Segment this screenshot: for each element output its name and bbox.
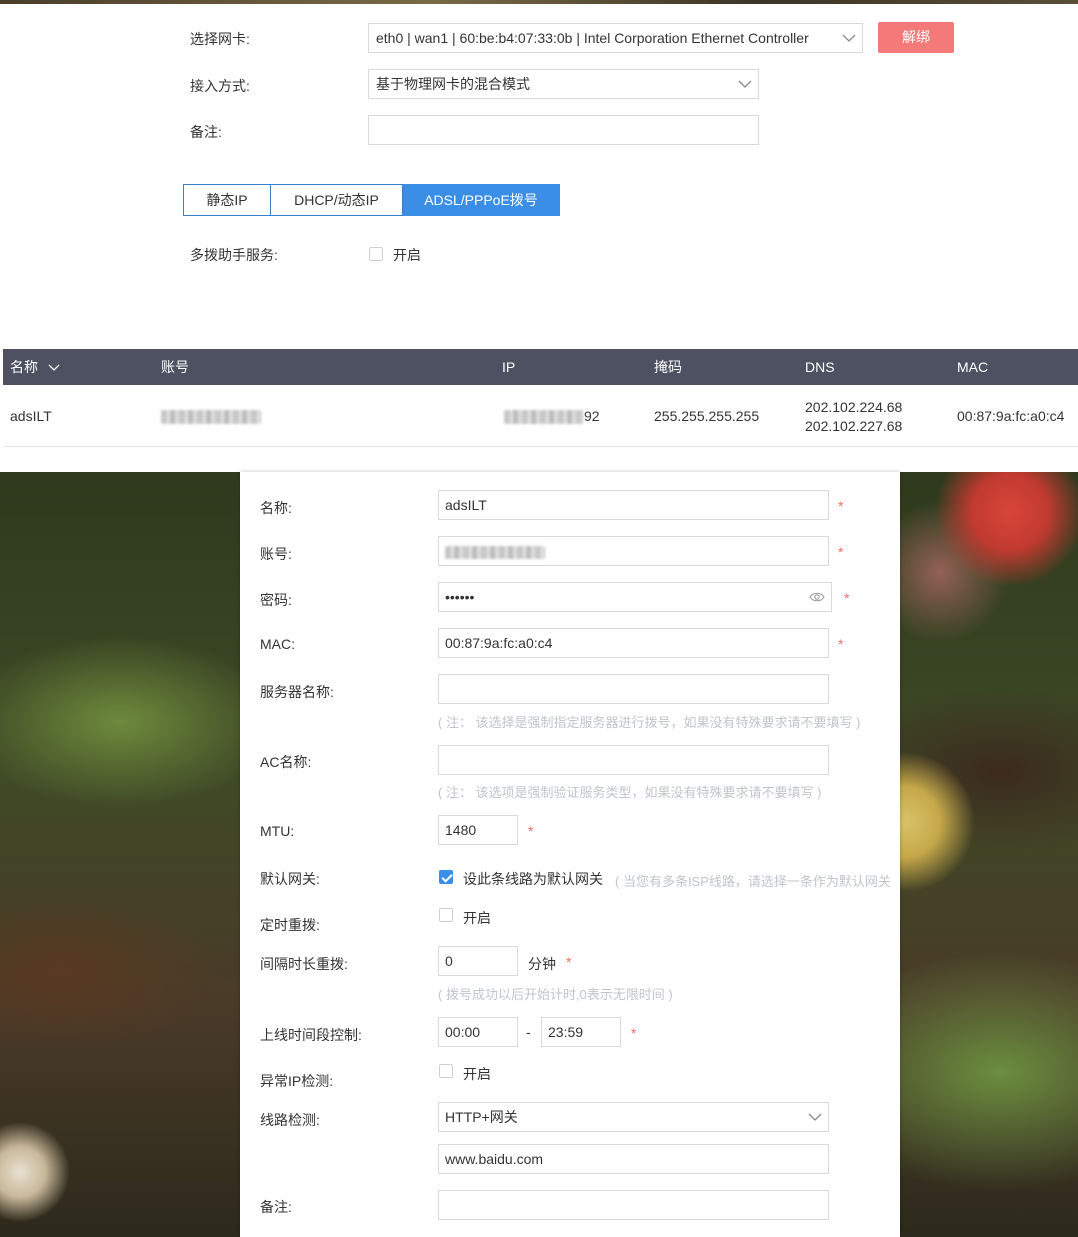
gateway-note: ( 当您有多条ISP线路，请选择一条作为默认网关 (615, 874, 891, 889)
password-value: •••••• (445, 589, 475, 605)
line-check-host-input[interactable]: www.baidu.com (438, 1144, 829, 1174)
interval-note: ( 拨号成功以后开始计时,0表示无限时间 ) (438, 987, 673, 1002)
multi-dial-checkbox-label: 开启 (393, 247, 421, 263)
table-header: 名称 账号 IP 掩码 DNS MAC (3, 349, 1078, 385)
cell-ip-suffix: 92 (584, 408, 600, 424)
required-mark: * (566, 954, 572, 970)
chevron-down-icon (842, 34, 856, 42)
online-start-input[interactable]: 00:00 (438, 1017, 518, 1047)
modal-online-label: 上线时间段控制: (260, 1027, 362, 1043)
column-header-mac: MAC (957, 359, 989, 375)
mac-input[interactable]: 00:87:9a:fc:a0:c4 (438, 628, 829, 658)
nic-label: 选择网卡: (190, 31, 250, 47)
nic-select-value: eth0 | wan1 | 60:be:b4:07:33:0b | Intel … (376, 30, 809, 46)
modal-name-label: 名称: (260, 500, 292, 516)
name-input[interactable]: adsILT (438, 490, 829, 520)
required-mark: * (631, 1025, 637, 1041)
unbind-button[interactable]: 解绑 (878, 22, 954, 53)
cell-dns-1: 202.102.224.68 (805, 399, 903, 415)
modal-gateway-label: 默认网关: (260, 871, 320, 887)
eye-icon[interactable] (809, 591, 825, 603)
required-mark: * (838, 498, 844, 514)
multi-dial-checkbox[interactable] (369, 247, 383, 261)
required-mark: * (528, 823, 534, 839)
line-check-select[interactable]: HTTP+网关 (438, 1102, 829, 1132)
nic-select[interactable]: eth0 | wan1 | 60:be:b4:07:33:0b | Intel … (368, 23, 863, 53)
online-end-input[interactable]: 23:59 (541, 1017, 621, 1047)
access-label: 接入方式: (190, 78, 250, 94)
column-header-name[interactable]: 名称 (10, 349, 60, 385)
column-header-mask: 掩码 (654, 359, 682, 375)
line-check-value: HTTP+网关 (445, 1109, 518, 1125)
modal-interval-label: 间隔时长重拨: (260, 956, 348, 972)
required-mark: * (844, 590, 850, 606)
background-strip (0, 0, 1078, 4)
tab-pppoe[interactable]: ADSL/PPPoE拨号 (403, 184, 560, 216)
cell-mask: 255.255.255.255 (654, 408, 760, 424)
cell-ip: 92 (504, 408, 600, 425)
tab-static-ip[interactable]: 静态IP (183, 184, 271, 216)
cell-dns-2: 202.102.227.68 (805, 418, 903, 434)
remark-label: 备注: (190, 124, 222, 140)
modal-remark-label: 备注: (260, 1199, 292, 1215)
required-mark: * (838, 544, 844, 560)
sort-chevron-icon (48, 364, 60, 372)
modal-remark-input[interactable] (438, 1190, 829, 1220)
server-note: ( 注： 该选择是强制指定服务器进行拨号，如果没有特殊要求请不要填写 ) (438, 715, 861, 730)
column-header-name-label: 名称 (10, 359, 38, 375)
online-separator: - (526, 1024, 531, 1040)
column-header-ip: IP (502, 359, 516, 375)
interval-unit: 分钟 (528, 956, 556, 972)
chevron-down-icon (808, 1113, 822, 1121)
cell-account-redacted (161, 408, 261, 425)
column-header-dns: DNS (805, 359, 835, 375)
multi-dial-label: 多拨助手服务: (190, 247, 278, 263)
modal-mtu-label: MTU: (260, 823, 295, 839)
edit-pppoe-dialog: 名称: adsILT * 账号: * 密码: •••••• * MAC: 00:… (240, 472, 900, 1237)
ac-note: ( 注： 该选项是强制验证服务类型，如果没有特殊要求请不要填写 ) (438, 785, 822, 800)
cell-mac: 00:87:9a:fc:a0:c4 (957, 408, 1065, 424)
default-gateway-checkbox-label: 设此条线路为默认网关 (463, 871, 603, 887)
modal-password-label: 密码: (260, 592, 292, 608)
modal-line-label: 线路检测: (260, 1112, 320, 1128)
password-input[interactable]: •••••• (438, 582, 832, 612)
modal-server-label: 服务器名称: (260, 684, 334, 700)
connection-type-tabs: 静态IP DHCP/动态IP ADSL/PPPoE拨号 (183, 184, 560, 216)
modal-abnormal-label: 异常IP检测: (260, 1073, 334, 1089)
server-name-input[interactable] (438, 674, 829, 704)
column-header-account: 账号 (161, 359, 189, 375)
account-input[interactable] (438, 536, 829, 566)
interval-input[interactable]: 0 (438, 946, 518, 976)
ac-name-input[interactable] (438, 745, 829, 775)
tab-dhcp[interactable]: DHCP/动态IP (271, 184, 403, 216)
modal-ac-label: AC名称: (260, 754, 312, 770)
chevron-down-icon (738, 80, 752, 88)
modal-redial-label: 定时重拨: (260, 917, 320, 933)
abnormal-ip-checkbox[interactable] (439, 1064, 453, 1078)
access-mode-value: 基于物理网卡的混合模式 (376, 76, 530, 92)
default-gateway-checkbox[interactable] (439, 870, 453, 884)
timed-redial-checkbox-label: 开启 (463, 910, 491, 926)
timed-redial-checkbox[interactable] (439, 908, 453, 922)
required-mark: * (838, 636, 844, 652)
modal-mac-label: MAC: (260, 636, 295, 652)
cell-name: adsILT (10, 408, 52, 424)
access-mode-select[interactable]: 基于物理网卡的混合模式 (368, 69, 759, 99)
remark-input[interactable] (368, 115, 759, 145)
table-row[interactable]: adsILT 92 255.255.255.255 202.102.224.68… (3, 385, 1078, 447)
abnormal-ip-checkbox-label: 开启 (463, 1066, 491, 1082)
mtu-input[interactable]: 1480 (438, 815, 518, 845)
modal-account-label: 账号: (260, 546, 292, 562)
